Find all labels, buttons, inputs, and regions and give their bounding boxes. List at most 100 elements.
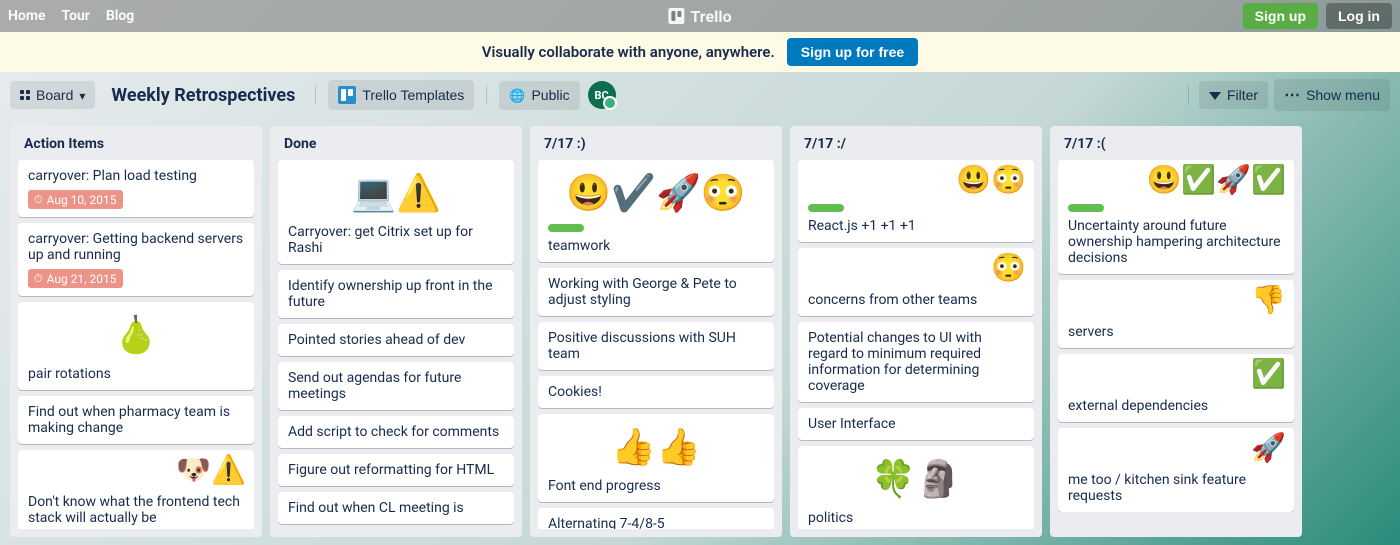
card-text: Potential changes to UI with regard to m… (808, 330, 1024, 394)
card[interactable]: Send out agendas for future meetings (278, 362, 514, 410)
list-title[interactable]: Action Items (18, 134, 254, 160)
filter-label: Filter (1227, 87, 1258, 103)
list: 7/17 :)😃✔️🚀😳teamwork Working with George … (530, 126, 782, 537)
list-title[interactable]: 7/17 :/ (798, 134, 1034, 160)
card-text: Uncertainty around future ownership hamp… (1068, 218, 1284, 266)
list-cards: carryover: Plan load testingAug 10, 2015… (18, 160, 254, 529)
chevron-down-icon (79, 87, 85, 103)
filter-button[interactable]: Filter (1199, 81, 1268, 109)
card-text: Don't know what the frontend tech stack … (28, 494, 244, 526)
card[interactable]: User Interface (798, 408, 1034, 440)
card-text: User Interface (808, 416, 1024, 432)
nav-blog[interactable]: Blog (106, 8, 134, 24)
card-label[interactable] (808, 204, 844, 212)
card[interactable]: Figure out reformatting for HTML (278, 454, 514, 486)
card-label[interactable] (548, 224, 584, 232)
due-date-badge[interactable]: Aug 21, 2015 (28, 269, 123, 288)
card-text: Alternating 7-4/8-5 (548, 516, 764, 529)
trello-logo-icon (668, 8, 684, 24)
card[interactable]: Positive discussions with SUH team (538, 322, 774, 370)
card[interactable]: 😳concerns from other teams (798, 248, 1034, 316)
list-title[interactable]: 7/17 :( (1058, 134, 1294, 160)
due-date-text: Aug 10, 2015 (47, 193, 117, 207)
card[interactable]: carryover: Getting backend servers up an… (18, 223, 254, 296)
visibility-button[interactable]: Public (499, 81, 579, 110)
card[interactable]: Identify ownership up front in the futur… (278, 270, 514, 318)
card[interactable]: Add script to check for comments (278, 416, 514, 448)
card[interactable]: 💻⚠️Carryover: get Citrix set up for Rash… (278, 160, 514, 264)
card-stickers: 😃😳 (956, 166, 1026, 194)
card[interactable]: carryover: Plan load testingAug 10, 2015 (18, 160, 254, 217)
view-switcher[interactable]: Board (10, 81, 95, 109)
boardbar-right: Filter Show menu (1184, 79, 1390, 111)
card[interactable]: 😃✅🚀✅Uncertainty around future ownership … (1058, 160, 1294, 274)
card[interactable]: 🚀me too / kitchen sink feature requests (1058, 428, 1294, 512)
card[interactable]: 🍐 pair rotations (18, 302, 254, 390)
card-stickers: 🍐 (28, 310, 244, 360)
card-label[interactable] (1068, 204, 1104, 212)
brand: Trello (668, 7, 731, 26)
templates-button[interactable]: Trello Templates (328, 80, 474, 110)
card[interactable]: Find out when CL meeting is (278, 492, 514, 524)
board-canvas[interactable]: Action Itemscarryover: Plan load testing… (0, 118, 1400, 545)
card-text: Cookies! (548, 384, 764, 400)
avatar[interactable]: BC (588, 81, 616, 109)
board-icon (20, 90, 30, 100)
card-text: carryover: Getting backend servers up an… (28, 231, 244, 263)
card-text: concerns from other teams (808, 292, 1024, 308)
topbar-actions: Sign up Log in (1243, 3, 1392, 29)
card[interactable]: Cookies! (538, 376, 774, 408)
list-title[interactable]: 7/17 :) (538, 134, 774, 160)
list: Action Itemscarryover: Plan load testing… (10, 126, 262, 537)
promo-banner: Visually collaborate with anyone, anywhe… (0, 32, 1400, 72)
card[interactable]: Find out when pharmacy team is making ch… (18, 396, 254, 444)
card[interactable]: 👎 servers (1058, 280, 1294, 348)
menu-label: Show menu (1306, 87, 1380, 103)
view-label: Board (36, 87, 73, 103)
card-stickers: 🚀 (1251, 434, 1286, 462)
card-text: politics (808, 510, 1024, 526)
nav-tour[interactable]: Tour (62, 8, 90, 24)
card-text: Send out agendas for future meetings (288, 370, 504, 402)
visibility-label: Public (531, 87, 569, 103)
card[interactable]: Alternating 7-4/8-5 (538, 508, 774, 529)
due-date-badge[interactable]: Aug 10, 2015 (28, 190, 123, 209)
signup-button[interactable]: Sign up (1243, 3, 1318, 29)
clock-icon (34, 192, 43, 207)
card-text: teamwork (548, 238, 764, 254)
card-text: servers (1068, 324, 1284, 340)
card-text: Working with George & Pete to adjust sty… (548, 276, 764, 308)
card[interactable]: 👍👍Font end progress (538, 414, 774, 502)
login-button[interactable]: Log in (1326, 3, 1392, 29)
card[interactable]: 🐶⚠️Don't know what the frontend tech sta… (18, 450, 254, 529)
nav-home[interactable]: Home (8, 8, 46, 24)
card[interactable]: Working with George & Pete to adjust sty… (538, 268, 774, 316)
card-text: pair rotations (28, 366, 244, 382)
list: Done💻⚠️Carryover: get Citrix set up for … (270, 126, 522, 537)
card[interactable]: 😃😳 React.js +1 +1 +1 (798, 160, 1034, 242)
board-header: Board Weekly Retrospectives Trello Templ… (0, 72, 1400, 118)
card-stickers: 👎 (1251, 286, 1286, 314)
card-text: React.js +1 +1 +1 (808, 218, 1024, 234)
filter-icon (1209, 87, 1221, 103)
list: 7/17 :/ 😃😳 React.js +1 +1 +1 😳concerns from… (790, 126, 1042, 537)
card[interactable]: ✅external dependencies (1058, 354, 1294, 422)
template-icon (338, 86, 356, 104)
show-menu-button[interactable]: Show menu (1274, 79, 1390, 111)
card-text: external dependencies (1068, 398, 1284, 414)
clock-icon (34, 271, 43, 286)
globe-icon (509, 87, 525, 104)
card-text: Font end progress (548, 478, 764, 494)
banner-cta-button[interactable]: Sign up for free (787, 38, 918, 66)
list-title[interactable]: Done (278, 134, 514, 160)
card[interactable]: 😃✔️🚀😳teamwork (538, 160, 774, 262)
topbar: Home Tour Blog Trello Sign up Log in (0, 0, 1400, 32)
card-text: Pointed stories ahead of dev (288, 332, 504, 348)
card[interactable]: Pointed stories ahead of dev (278, 324, 514, 356)
board-title[interactable]: Weekly Retrospectives (103, 85, 303, 106)
card[interactable]: 🍀🗿 politics (798, 446, 1034, 529)
card-text: Figure out reformatting for HTML (288, 462, 504, 478)
card[interactable]: Potential changes to UI with regard to m… (798, 322, 1034, 402)
list-cards: 😃✔️🚀😳teamwork Working with George & Pete … (538, 160, 774, 529)
card-stickers: 🍀🗿 (808, 454, 1024, 504)
